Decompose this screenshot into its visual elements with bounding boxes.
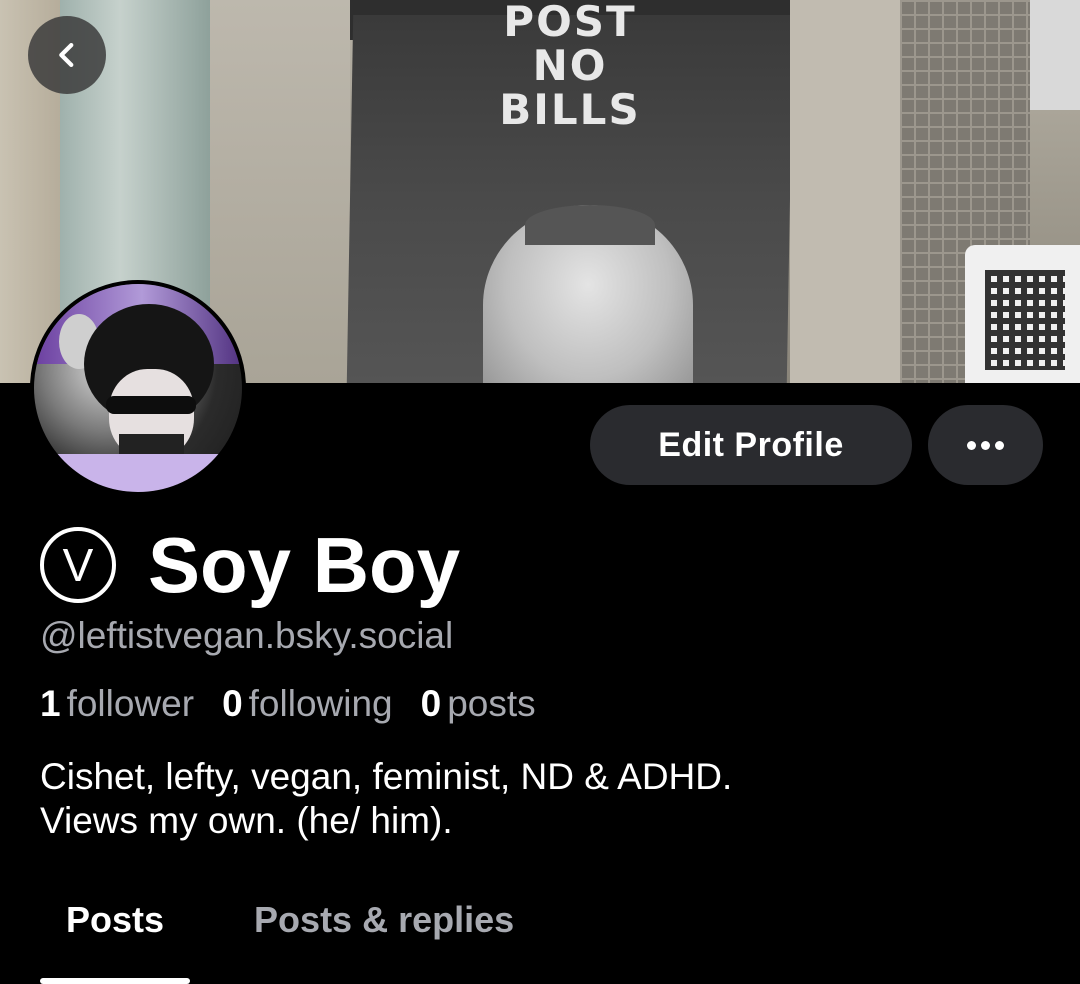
dot	[995, 440, 1004, 450]
followers-stat[interactable]: 1 follower	[40, 683, 194, 725]
profile-handle: @leftistvegan.bsky.social	[40, 615, 454, 656]
edit-profile-button[interactable]: Edit Profile	[590, 405, 912, 485]
following-label: following	[248, 683, 393, 724]
banner-face-hair	[525, 205, 655, 245]
poster-text-line: POST	[503, 0, 637, 46]
tab-label: Posts & replies	[254, 899, 515, 940]
banner-sticker-pattern	[985, 270, 1065, 370]
profile-bio: Cishet, lefty, vegan, feminist, ND & ADH…	[40, 755, 732, 843]
following-count: 0	[222, 683, 243, 724]
profile-tabs: Posts Posts & replies	[40, 895, 540, 984]
banner-tile-wall	[790, 0, 910, 383]
banner-poster-text: POST NO BILLS	[470, 0, 670, 132]
banner-box	[1030, 0, 1080, 110]
dot	[967, 440, 976, 450]
avatar-glasses	[106, 396, 196, 414]
vegan-symbol-icon: V	[40, 527, 116, 603]
profile-screen: POST NO BILLS Edit Profile V Soy Boy @le…	[0, 0, 1080, 984]
following-stat[interactable]: 0 following	[222, 683, 393, 725]
chevron-left-icon	[59, 42, 74, 68]
tab-posts-and-replies[interactable]: Posts & replies	[228, 895, 540, 984]
tab-label: Posts	[66, 899, 165, 940]
active-tab-indicator	[40, 978, 191, 984]
posts-count: 0	[420, 683, 442, 724]
posts-label: posts	[447, 683, 536, 724]
poster-text-line: NO	[532, 41, 608, 90]
followers-count: 1	[40, 683, 61, 724]
dot	[981, 440, 990, 450]
bio-line: Cishet, lefty, vegan, feminist, ND & ADH…	[40, 756, 733, 797]
ellipsis-icon	[967, 440, 1004, 450]
display-name-row: V Soy Boy	[40, 520, 460, 610]
poster-text-line: BILLS	[499, 85, 641, 134]
avatar-shirt	[54, 454, 242, 492]
followers-label: follower	[66, 683, 195, 724]
display-name: Soy Boy	[148, 520, 461, 609]
posts-stat: 0 posts	[421, 683, 536, 725]
profile-stats: 1 follower 0 following 0 posts	[40, 683, 536, 725]
avatar[interactable]	[30, 280, 246, 496]
more-options-button[interactable]	[928, 405, 1043, 485]
back-button[interactable]	[28, 16, 106, 94]
bio-line: Views my own. (he/ him).	[40, 800, 453, 841]
tab-posts[interactable]: Posts	[40, 895, 191, 984]
